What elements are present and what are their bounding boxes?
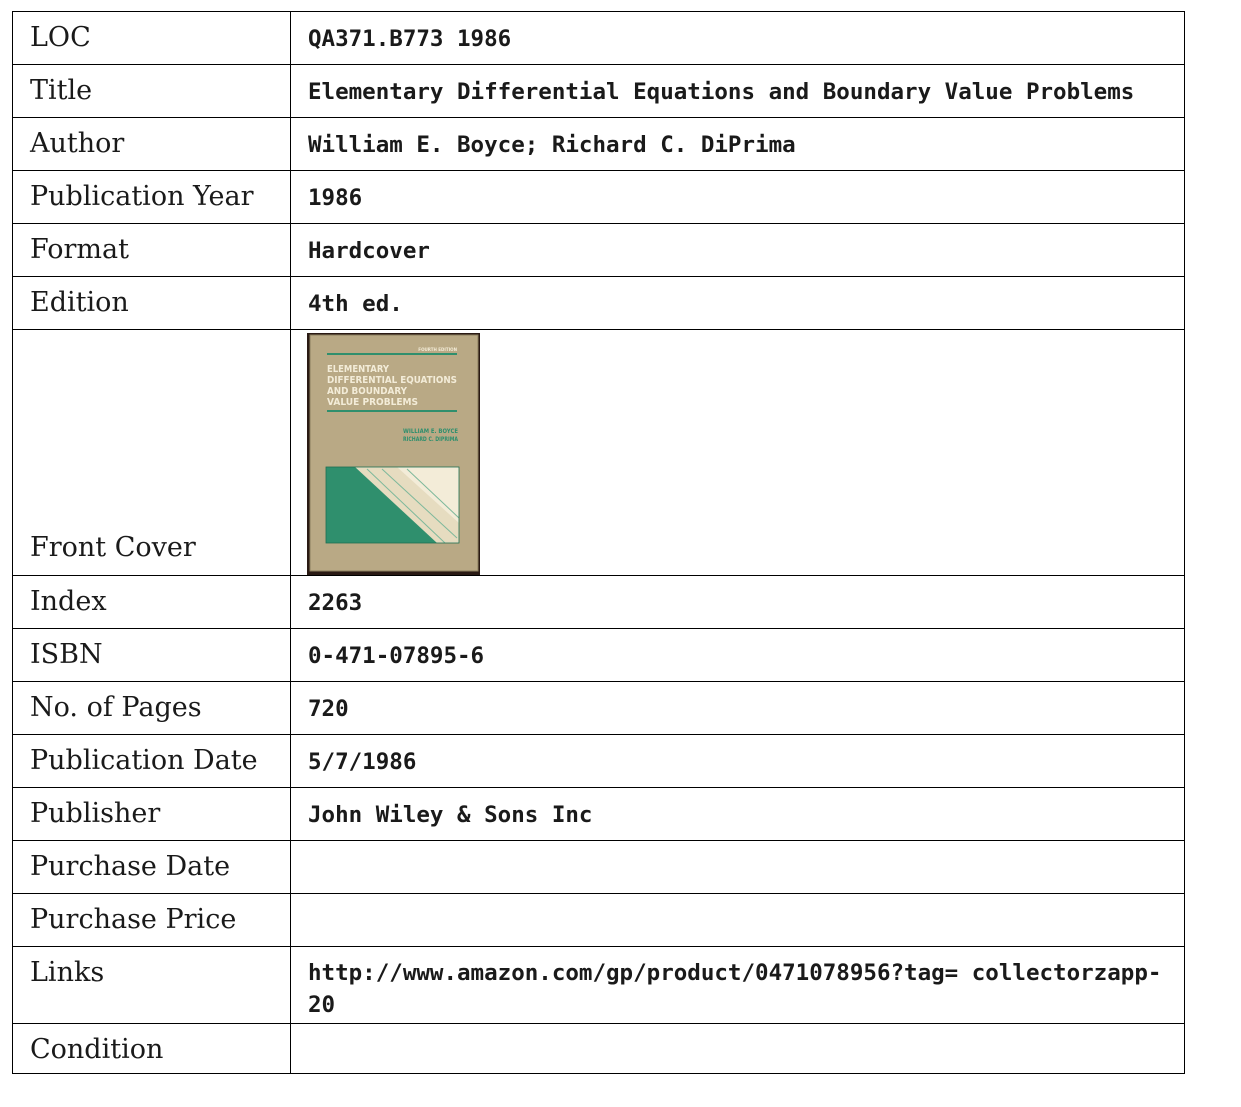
publication-date-label: Publication Date	[12, 734, 291, 788]
row-title: Title Elementary Differential Equations …	[12, 64, 1185, 118]
condition-value	[290, 1023, 1185, 1074]
cover-title-line-4: VALUE PROBLEMS	[327, 397, 418, 408]
index-label: Index	[12, 575, 291, 629]
isbn-label: ISBN	[12, 628, 291, 682]
isbn-value: 0-471-07895-6	[290, 628, 1185, 682]
row-format: Format Hardcover	[12, 223, 1185, 277]
purchase-date-label: Purchase Date	[12, 840, 291, 894]
row-pages: No. of Pages 720	[12, 681, 1185, 735]
row-condition: Condition	[12, 1023, 1185, 1074]
front-cover-label: Front Cover	[12, 329, 291, 576]
links-value[interactable]: http://www.amazon.com/gp/product/0471078…	[290, 946, 1185, 1024]
pages-label: No. of Pages	[12, 681, 291, 735]
cover-author-line-1: WILLIAM E. BOYCE	[403, 428, 458, 435]
purchase-date-value	[290, 840, 1185, 894]
front-cover-cell: FOURTH EDITION ELEMENTARY DIFFERENTIAL E…	[290, 329, 1185, 576]
pages-value: 720	[290, 681, 1185, 735]
row-publisher: Publisher John Wiley & Sons Inc	[12, 787, 1185, 841]
title-value: Elementary Differential Equations and Bo…	[290, 64, 1185, 118]
cover-title-line-3: AND BOUNDARY	[327, 386, 408, 397]
author-label: Author	[12, 117, 291, 171]
row-index: Index 2263	[12, 575, 1185, 629]
row-links: Links http://www.amazon.com/gp/product/0…	[12, 946, 1185, 1024]
publisher-label: Publisher	[12, 787, 291, 841]
row-purchase-date: Purchase Date	[12, 840, 1185, 894]
purchase-price-value	[290, 893, 1185, 947]
purchase-price-label: Purchase Price	[12, 893, 291, 947]
format-label: Format	[12, 223, 291, 277]
book-details-table: LOC QA371.B773 1986 Title Elementary Dif…	[12, 11, 1185, 1074]
cover-edition-text: FOURTH EDITION	[418, 347, 457, 353]
index-value: 2263	[290, 575, 1185, 629]
row-publication-date: Publication Date 5/7/1986	[12, 734, 1185, 788]
cover-title-line-2: DIFFERENTIAL EQUATIONS	[327, 375, 457, 386]
row-purchase-price: Purchase Price	[12, 893, 1185, 947]
publication-year-value: 1986	[290, 170, 1185, 224]
condition-label: Condition	[12, 1023, 291, 1074]
cover-title-line-1: ELEMENTARY	[327, 364, 390, 375]
row-publication-year: Publication Year 1986	[12, 170, 1185, 224]
row-loc: LOC QA371.B773 1986	[12, 11, 1185, 65]
title-label: Title	[12, 64, 291, 118]
row-isbn: ISBN 0-471-07895-6	[12, 628, 1185, 682]
publication-year-label: Publication Year	[12, 170, 291, 224]
cover-author-line-2: RICHARD C. DIPRIMA	[403, 436, 458, 443]
author-value: William E. Boyce; Richard C. DiPrima	[290, 117, 1185, 171]
row-front-cover: Front Cover FOURTH EDITION ELEMENTARY DI…	[12, 329, 1185, 576]
edition-label: Edition	[12, 276, 291, 330]
row-author: Author William E. Boyce; Richard C. DiPr…	[12, 117, 1185, 171]
publication-date-value: 5/7/1986	[290, 734, 1185, 788]
publisher-value: John Wiley & Sons Inc	[290, 787, 1185, 841]
front-cover-image: FOURTH EDITION ELEMENTARY DIFFERENTIAL E…	[307, 333, 480, 575]
links-label: Links	[12, 946, 291, 1024]
edition-value: 4th ed.	[290, 276, 1185, 330]
format-value: Hardcover	[290, 223, 1185, 277]
loc-label: LOC	[12, 11, 291, 65]
loc-value: QA371.B773 1986	[290, 11, 1185, 65]
row-edition: Edition 4th ed.	[12, 276, 1185, 330]
